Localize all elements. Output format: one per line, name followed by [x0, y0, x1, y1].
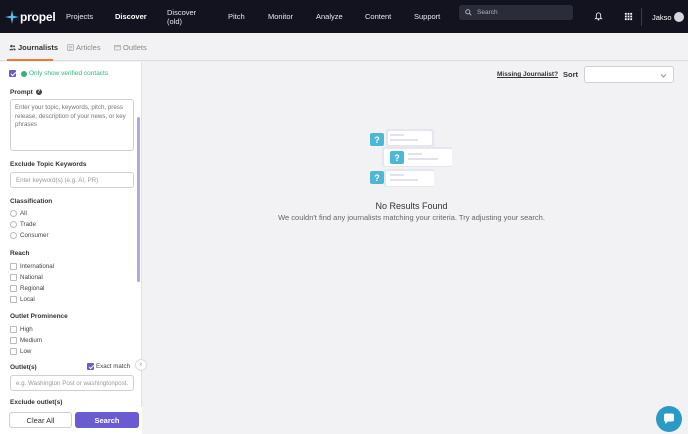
propel-logo-icon [5, 9, 19, 24]
propel-logo[interactable]: propel [5, 9, 60, 24]
reach-option-regional[interactable]: Regional [10, 285, 44, 292]
option-label: Regional [20, 285, 45, 292]
tab-journalists[interactable]: Journalists [9, 33, 58, 61]
chevron-down-icon [660, 74, 667, 78]
prominence-option-high[interactable]: High [10, 326, 33, 333]
nav-pitch[interactable]: Pitch [228, 0, 245, 33]
nav-discover[interactable]: Discover [115, 0, 147, 33]
prompt-textarea[interactable] [10, 99, 134, 151]
tab-label: Articles [76, 42, 101, 52]
exclude-outlets-label: Exclude outlet(s) [10, 399, 63, 406]
active-tab-indicator [7, 59, 53, 61]
clear-all-button[interactable]: Clear All [9, 412, 72, 428]
prominence-option-medium[interactable]: Medium [10, 337, 42, 344]
option-label: Local [20, 296, 35, 303]
chat-button[interactable] [656, 406, 682, 432]
no-results-subtitle: We couldn't find any journalists matchin… [278, 213, 545, 222]
people-icon [9, 44, 16, 50]
sidebar-footer: Clear All Search [0, 407, 142, 434]
global-search[interactable] [459, 5, 573, 20]
search-icon [465, 9, 472, 16]
svg-text:?: ? [394, 153, 400, 163]
option-label: Consumer [20, 232, 49, 239]
sort-dropdown[interactable] [584, 66, 674, 83]
checkbox[interactable] [10, 285, 17, 292]
user-name[interactable]: Jakso [652, 13, 672, 22]
verified-badge-icon [21, 70, 27, 77]
search-button[interactable]: Search [75, 412, 139, 428]
nav-monitor[interactable]: Monitor [268, 0, 293, 33]
prominence-label: Outlet Prominence [10, 313, 68, 320]
checkbox[interactable] [10, 296, 17, 303]
svg-text:?: ? [374, 173, 380, 183]
tab-outlets[interactable]: Outlets [114, 33, 147, 61]
exact-match-toggle[interactable]: Exact match [87, 363, 130, 370]
option-label: Medium [20, 337, 43, 344]
verified-checkbox[interactable] [9, 70, 16, 77]
tab-articles[interactable]: Articles [67, 33, 101, 61]
discover-tabs: Journalists Articles Outlets [0, 33, 688, 61]
classification-option-consumer[interactable]: Consumer [10, 232, 49, 239]
outlets-input[interactable] [10, 375, 134, 391]
checkbox[interactable] [10, 326, 17, 333]
option-label: Trade [20, 221, 36, 228]
checkbox[interactable] [10, 348, 17, 355]
exact-match-checkbox[interactable] [87, 363, 94, 370]
exact-match-label: Exact match [96, 363, 131, 370]
logo-text: propel [20, 9, 56, 24]
checkbox[interactable] [10, 263, 17, 270]
sort-label: Sort [563, 70, 578, 79]
nav-divider [641, 8, 642, 26]
outlet-icon [114, 44, 121, 50]
no-results-illustration: ? ? ? [370, 129, 452, 187]
tab-label: Journalists [18, 42, 59, 52]
nav-discover-old[interactable]: Discover (old) [167, 0, 207, 33]
nav-support[interactable]: Support [414, 0, 440, 33]
nav-projects[interactable]: Projects [66, 0, 93, 33]
option-label: Low [20, 348, 32, 355]
sidebar-scrollbar[interactable] [137, 117, 140, 282]
option-label: High [20, 326, 33, 333]
option-label: International [20, 263, 55, 270]
outlets-label: Outlet(s) [10, 364, 37, 371]
no-results-title: No Results Found [375, 201, 448, 211]
nav-content[interactable]: Content [365, 0, 391, 33]
prompt-label-text: Prompt [10, 89, 33, 96]
tab-label: Outlets [123, 42, 147, 52]
filter-scroll-area[interactable]: Only show verified contacts Prompt? Excl… [0, 62, 142, 407]
prompt-label: Prompt? [10, 89, 42, 96]
reach-option-international[interactable]: International [10, 263, 54, 270]
reach-label: Reach [10, 250, 30, 257]
avatar-icon[interactable] [674, 12, 684, 22]
exclude-keywords-input[interactable] [10, 172, 134, 188]
global-search-input[interactable] [477, 9, 567, 16]
grid-icon[interactable] [624, 12, 633, 21]
radio-button[interactable] [10, 232, 17, 239]
chat-icon [664, 413, 674, 424]
verified-label: Only show verified contacts [29, 70, 109, 77]
checkbox[interactable] [10, 274, 17, 281]
nav-analyze[interactable]: Analyze [316, 0, 343, 33]
missing-journalist-link[interactable]: Missing Journalist? [497, 71, 558, 78]
top-navbar: propel Projects Discover Discover (old) … [0, 0, 688, 33]
bell-icon[interactable] [594, 12, 603, 21]
exclude-keywords-label: Exclude Topic Keywords [10, 161, 87, 168]
radio-button[interactable] [10, 221, 17, 228]
reach-option-national[interactable]: National [10, 274, 43, 281]
verified-filter[interactable]: Only show verified contacts [9, 70, 108, 77]
chevron-left-icon: ‹ [140, 362, 142, 368]
collapse-sidebar-button[interactable]: ‹ [135, 359, 147, 371]
filter-sidebar: Only show verified contacts Prompt? Excl… [0, 62, 142, 434]
option-label: National [20, 274, 43, 281]
help-icon[interactable]: ? [35, 89, 42, 96]
reach-option-local[interactable]: Local [10, 296, 35, 303]
prominence-option-low[interactable]: Low [10, 348, 31, 355]
svg-text:?: ? [374, 135, 380, 145]
classification-option-trade[interactable]: Trade [10, 221, 36, 228]
checkbox[interactable] [10, 337, 17, 344]
article-icon [67, 43, 74, 51]
